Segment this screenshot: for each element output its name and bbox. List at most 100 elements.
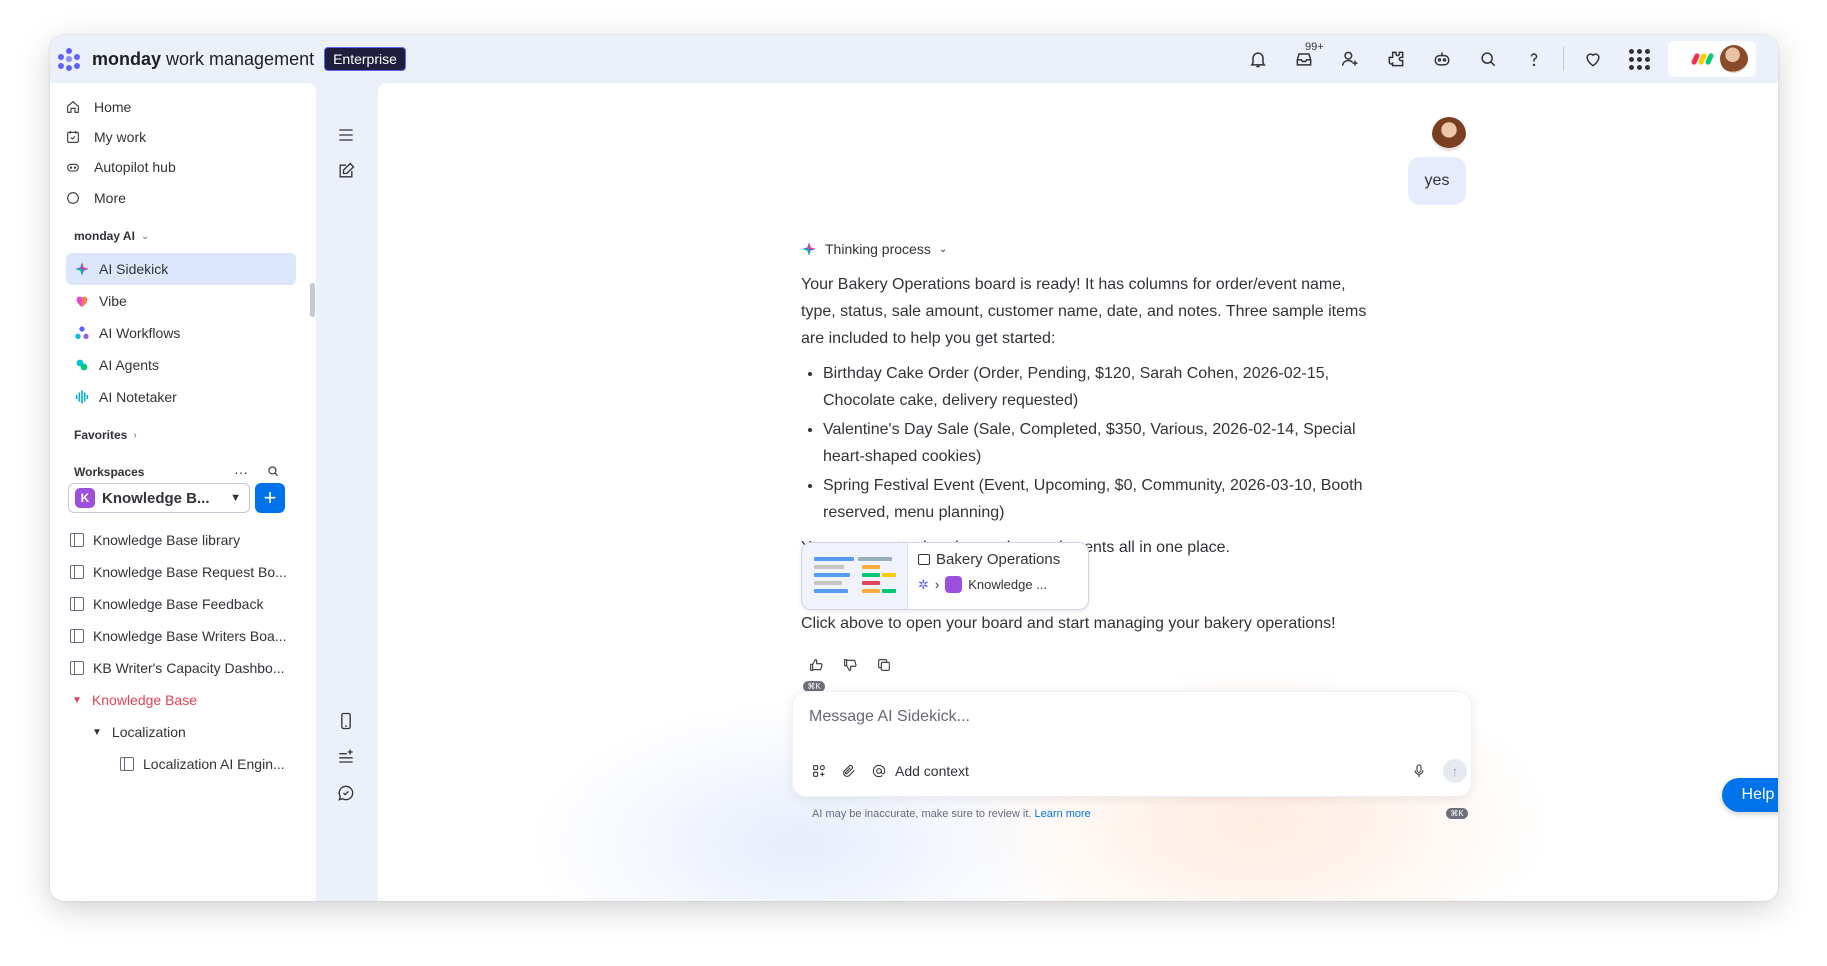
folder-localization[interactable]: ▼ Localization — [92, 719, 186, 745]
feedback-chat-button[interactable] — [334, 781, 358, 805]
plan-badge: Enterprise — [324, 47, 406, 71]
board-path-text: Knowledge ... — [968, 577, 1048, 592]
user-avatar — [1720, 45, 1748, 73]
ai-disclaimer: AI may be inaccurate, make sure to revie… — [812, 808, 1091, 820]
caret-down-icon: ▼ — [92, 726, 102, 738]
brand-name: monday work management — [92, 49, 314, 70]
list-item: Birthday Cake Order (Order, Pending, $12… — [823, 360, 1371, 414]
add-workspace-item-button[interactable]: + — [255, 483, 285, 513]
board-label: Knowledge Base library — [93, 532, 241, 548]
board-item-kb-library[interactable]: Knowledge Base library — [70, 527, 240, 553]
dashboard-icon — [70, 661, 84, 675]
puzzle-icon — [1388, 51, 1404, 67]
sidebar-scrollbar[interactable] — [310, 283, 315, 317]
monday-logo-icon — [56, 46, 82, 72]
microphone-icon — [1414, 764, 1424, 777]
attach-icon[interactable] — [841, 763, 857, 779]
invite-members-button[interactable] — [1327, 35, 1373, 83]
board-label: KB Writer's Capacity Dashbo... — [93, 660, 285, 676]
integrations-button[interactable] — [1373, 35, 1419, 83]
message-input[interactable] — [809, 706, 1449, 728]
help-center-button[interactable] — [1511, 35, 1557, 83]
voice-input-button[interactable] — [1411, 763, 1427, 784]
inbox-count-badge: 99+ — [1303, 41, 1326, 53]
sidebar-item-ai-agents[interactable]: AI Agents — [66, 349, 296, 381]
help-button[interactable]: Help — [1722, 778, 1778, 812]
monday-ai-section[interactable]: monday AI ⌄ — [74, 229, 149, 243]
new-chat-button[interactable] — [334, 159, 358, 183]
plus-icon: + — [263, 485, 277, 510]
board-item-localization-ai[interactable]: Localization AI Engin... — [120, 751, 285, 777]
robot-icon — [64, 158, 82, 176]
device-button[interactable] — [334, 709, 358, 733]
sidebar-item-label: More — [94, 190, 126, 206]
board-item-kb-capacity-dashboard[interactable]: KB Writer's Capacity Dashbo... — [70, 655, 284, 681]
list-sparkle-icon — [339, 749, 353, 763]
list-sparkle-button[interactable] — [334, 745, 358, 769]
sidebar-item-label: AI Agents — [99, 357, 159, 373]
sidebar-item-autopilot-hub[interactable]: Autopilot hub — [64, 151, 176, 183]
more-options-icon[interactable]: ··· — [234, 464, 248, 481]
board-link-card[interactable]: Bakery Operations ✲ › Knowledge ... — [801, 542, 1089, 610]
sidebar-item-more[interactable]: More — [64, 182, 126, 214]
autopilot-button[interactable] — [1419, 35, 1465, 83]
search-button[interactable] — [1465, 35, 1511, 83]
board-item-kb-request[interactable]: Knowledge Base Request Bo... — [70, 559, 287, 585]
chat-main: yes Thinking process ⌄ Your Bakery Opera… — [378, 83, 1778, 901]
section-label: Workspaces — [74, 465, 145, 479]
soundwave-icon — [74, 389, 90, 405]
folder-knowledge-base[interactable]: ▼ Knowledge Base — [72, 687, 197, 713]
thumbs-up-icon[interactable] — [808, 657, 824, 673]
sidebar-item-ai-sidekick[interactable]: AI Sidekick — [66, 253, 296, 285]
menu-button[interactable] — [334, 123, 358, 147]
board-item-kb-writers[interactable]: Knowledge Base Writers Boa... — [70, 623, 287, 649]
logo[interactable]: monday work management Enterprise — [54, 46, 406, 72]
thinking-process-toggle[interactable]: Thinking process ⌄ — [801, 241, 947, 257]
reply-intro: Your Bakery Operations board is ready! I… — [801, 276, 1367, 347]
workspace-search-icon[interactable] — [266, 464, 280, 481]
sidebar-item-ai-workflows[interactable]: AI Workflows — [66, 317, 296, 349]
folder-label: Localization — [111, 724, 186, 740]
sidebar-item-home[interactable]: Home — [64, 91, 131, 123]
board-icon — [70, 597, 84, 611]
heart-gradient-icon — [74, 293, 90, 309]
top-bar: monday work management Enterprise 99+ — [50, 35, 1778, 83]
board-icon — [70, 629, 84, 643]
inbox-button[interactable]: 99+ — [1281, 35, 1327, 83]
apps-icon[interactable] — [811, 763, 827, 779]
caret-down-icon: ▼ — [72, 694, 82, 706]
add-context-button[interactable]: Add context — [871, 763, 969, 779]
board-card-path: ✲ › Knowledge ... — [918, 576, 1060, 593]
apps-button[interactable] — [1616, 35, 1662, 83]
favorites-section[interactable]: Favorites › — [74, 428, 137, 442]
notifications-button[interactable] — [1235, 35, 1281, 83]
chevron-right-icon: › — [934, 577, 940, 592]
add-user-icon — [1341, 51, 1358, 66]
learn-more-link[interactable]: Learn more — [1035, 808, 1091, 820]
account-menu[interactable] — [1668, 41, 1756, 77]
favorites-heart-button[interactable] — [1570, 35, 1616, 83]
robot-icon — [1434, 52, 1450, 66]
sidebar-item-ai-notetaker[interactable]: AI Notetaker — [66, 381, 296, 413]
workspace-selector[interactable]: K Knowledge B... ▼ — [68, 483, 250, 513]
board-label: Knowledge Base Feedback — [93, 596, 264, 612]
board-icon — [70, 565, 84, 579]
chevron-down-icon: ▼ — [230, 492, 241, 504]
sparkle-icon — [74, 261, 90, 277]
copy-icon[interactable] — [876, 657, 892, 673]
chevron-down-icon: ⌄ — [938, 243, 948, 255]
board-title-text: Bakery Operations — [936, 551, 1061, 568]
app-window: monday work management Enterprise 99+ Ho… — [50, 35, 1778, 901]
sidebar-item-vibe[interactable]: Vibe — [66, 285, 296, 317]
phone-icon — [341, 712, 351, 730]
monday-mini-logo-icon — [1690, 52, 1715, 66]
thinking-label: Thinking process — [825, 241, 931, 257]
board-item-kb-feedback[interactable]: Knowledge Base Feedback — [70, 591, 263, 617]
thumbs-down-icon[interactable] — [842, 657, 858, 673]
monday-logo-icon: ✲ — [918, 576, 929, 592]
workspace-tools: ··· — [234, 464, 280, 481]
calendar-check-icon — [64, 128, 82, 146]
send-button[interactable]: ↑ — [1443, 759, 1467, 783]
sidebar-item-my-work[interactable]: My work — [64, 121, 146, 153]
list-item: Valentine's Day Sale (Sale, Completed, $… — [823, 416, 1371, 470]
